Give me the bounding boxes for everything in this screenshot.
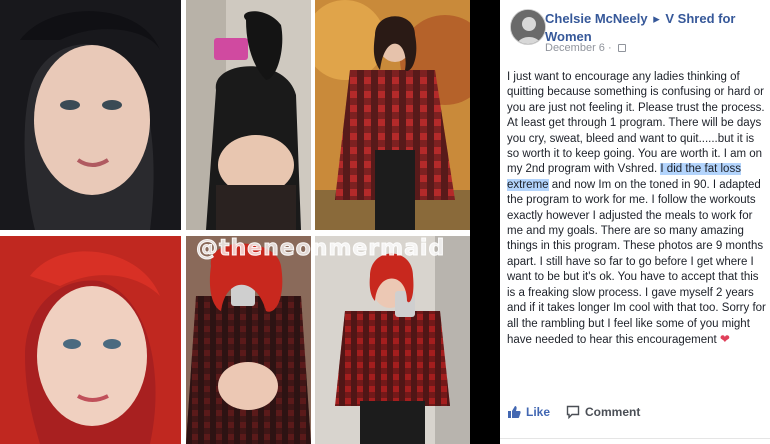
thumbs-up-icon (508, 406, 521, 418)
avatar[interactable] (510, 9, 546, 45)
share-arrow-icon: ▸ (653, 11, 660, 26)
photo-after-standing[interactable] (315, 236, 470, 444)
photo-collage: @theneonmermaid (0, 0, 470, 444)
author-link[interactable]: Chelsie McNeely (545, 11, 648, 26)
photo-after-mirror[interactable] (186, 236, 311, 444)
photo-before-plaid[interactable] (315, 0, 470, 230)
photo-before-mirror[interactable] (186, 0, 311, 230)
post-actions: Like Comment (507, 402, 767, 422)
audience-icon[interactable] (617, 44, 626, 53)
photo-before-face[interactable] (0, 0, 181, 230)
post-body: I just want to encourage any ladies thin… (507, 70, 769, 348)
like-label: Like (526, 405, 551, 419)
post-header: Chelsie McNeely ▸ V Shred for Women (545, 10, 770, 46)
like-button[interactable]: Like (507, 405, 550, 419)
post-meta: December 6 · (545, 42, 626, 54)
post-text-part2: and now Im on the toned in 90. I adapted… (507, 178, 766, 346)
post-date[interactable]: December 6 (545, 42, 605, 54)
black-divider (470, 0, 500, 444)
facebook-post: Chelsie McNeely ▸ V Shred for Women Dece… (500, 0, 770, 444)
comment-button[interactable]: Comment (566, 405, 640, 419)
photo-after-face[interactable] (0, 236, 181, 444)
meta-separator: · (607, 42, 612, 54)
comment-bar-edge (500, 438, 770, 444)
comment-icon (566, 405, 580, 419)
post-text-part1: I just want to encourage any ladies thin… (507, 71, 765, 176)
comment-label: Comment (585, 405, 641, 419)
heart-icon: ❤ (719, 331, 730, 346)
watermark-text: @theneonmermaid (195, 236, 446, 262)
